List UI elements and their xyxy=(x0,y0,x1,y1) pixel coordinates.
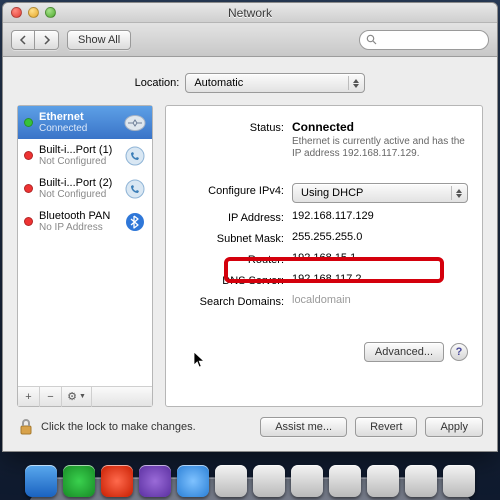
search-domains-label: Search Domains: xyxy=(176,294,292,308)
nav-group xyxy=(11,30,59,50)
split-pane: Ethernet Connected Built-i...Port (1) No… xyxy=(17,105,483,407)
status-dot-icon xyxy=(24,217,33,226)
ip-label: IP Address: xyxy=(176,210,292,224)
configure-popup[interactable]: Using DHCP xyxy=(292,183,468,203)
window-footer: Click the lock to make changes. Assist m… xyxy=(17,407,483,437)
dock-app-3[interactable] xyxy=(291,465,323,497)
chevron-left-icon xyxy=(19,35,27,45)
phone-icon xyxy=(124,145,146,167)
ip-value: 192.168.117.129 xyxy=(292,210,468,222)
dock-app-messages[interactable] xyxy=(63,465,95,497)
service-status: No IP Address xyxy=(39,222,118,233)
phone-icon xyxy=(124,178,146,200)
dock-app-2[interactable] xyxy=(253,465,285,497)
advanced-button[interactable]: Advanced... xyxy=(364,342,444,362)
network-prefpane-window: Network Show All Location: Automatic xyxy=(2,2,498,452)
plus-icon: + xyxy=(25,391,31,403)
service-status: Not Configured xyxy=(39,156,118,167)
location-value: Automatic xyxy=(194,77,243,89)
dns-value: 192.168.117.2 xyxy=(292,273,468,285)
minus-icon: − xyxy=(47,391,53,403)
configure-value: Using DHCP xyxy=(301,187,363,199)
content-area: Location: Automatic Ethernet Connected xyxy=(3,57,497,451)
ethernet-icon xyxy=(124,112,146,134)
popup-arrows-icon xyxy=(348,76,362,90)
status-dot-icon xyxy=(24,151,33,160)
revert-button[interactable]: Revert xyxy=(355,417,417,437)
service-item-modem-1[interactable]: Built-i...Port (1) Not Configured xyxy=(18,139,152,172)
status-label: Status: xyxy=(176,120,292,134)
location-label: Location: xyxy=(135,77,180,89)
search-domains-value: localdomain xyxy=(292,294,468,306)
router-value: 192.168.15.1 xyxy=(292,252,468,264)
chevron-right-icon xyxy=(43,35,51,45)
lock-button[interactable] xyxy=(17,418,35,436)
status-dot-icon xyxy=(24,118,33,127)
service-status: Connected xyxy=(39,123,118,134)
service-item-modem-2[interactable]: Built-i...Port (2) Not Configured xyxy=(18,172,152,205)
toolbar: Show All xyxy=(3,23,497,57)
titlebar[interactable]: Network xyxy=(3,3,497,23)
location-row: Location: Automatic xyxy=(17,73,483,93)
chevron-down-icon: ▼ xyxy=(79,393,86,400)
lock-icon xyxy=(18,418,34,436)
service-item-bluetooth[interactable]: Bluetooth PAN No IP Address xyxy=(18,205,152,238)
remove-service-button[interactable]: − xyxy=(40,387,62,407)
action-menu-button[interactable]: ⚙▼ xyxy=(62,387,92,407)
status-value: Connected xyxy=(292,120,468,134)
add-service-button[interactable]: + xyxy=(18,387,40,407)
dock xyxy=(0,458,500,500)
search-field[interactable] xyxy=(359,30,489,50)
bluetooth-icon xyxy=(124,211,146,233)
gear-icon: ⚙ xyxy=(67,390,77,403)
subnet-label: Subnet Mask: xyxy=(176,231,292,245)
dock-app-6[interactable] xyxy=(405,465,437,497)
assist-button[interactable]: Assist me... xyxy=(260,417,347,437)
dock-app-finder[interactable] xyxy=(25,465,57,497)
service-list: Ethernet Connected Built-i...Port (1) No… xyxy=(18,106,152,386)
dock-app-misc1[interactable] xyxy=(139,465,171,497)
location-popup[interactable]: Automatic xyxy=(185,73,365,93)
service-item-ethernet[interactable]: Ethernet Connected xyxy=(18,106,152,139)
dns-label: DNS Server: xyxy=(176,273,292,287)
detail-pane: Status: Connected Ethernet is currently … xyxy=(165,105,483,407)
service-name: Bluetooth PAN xyxy=(39,210,118,222)
service-sidebar: Ethernet Connected Built-i...Port (1) No… xyxy=(17,105,153,407)
back-button[interactable] xyxy=(11,30,35,50)
configure-label: Configure IPv4: xyxy=(176,183,292,197)
lock-text: Click the lock to make changes. xyxy=(41,421,196,433)
service-name: Ethernet xyxy=(39,111,118,123)
dock-app-1[interactable] xyxy=(215,465,247,497)
router-label: Router: xyxy=(176,252,292,266)
help-button[interactable]: ? xyxy=(450,343,468,361)
service-name: Built-i...Port (2) xyxy=(39,177,118,189)
status-dot-icon xyxy=(24,184,33,193)
apply-button[interactable]: Apply xyxy=(425,417,483,437)
search-icon xyxy=(366,34,377,45)
dock-app-utility[interactable] xyxy=(101,465,133,497)
popup-arrows-icon xyxy=(451,186,465,200)
status-description: Ethernet is currently active and has the… xyxy=(292,136,468,160)
window-title: Network xyxy=(3,6,497,20)
dock-app-misc2[interactable] xyxy=(177,465,209,497)
dock-app-4[interactable] xyxy=(329,465,361,497)
sidebar-footer: + − ⚙▼ xyxy=(18,386,152,406)
search-input[interactable] xyxy=(381,34,482,46)
dock-app-7[interactable] xyxy=(443,465,475,497)
service-status: Not Configured xyxy=(39,189,118,200)
dock-app-5[interactable] xyxy=(367,465,399,497)
show-all-button[interactable]: Show All xyxy=(67,30,131,50)
subnet-value: 255.255.255.0 xyxy=(292,231,468,243)
service-name: Built-i...Port (1) xyxy=(39,144,118,156)
forward-button[interactable] xyxy=(35,30,59,50)
